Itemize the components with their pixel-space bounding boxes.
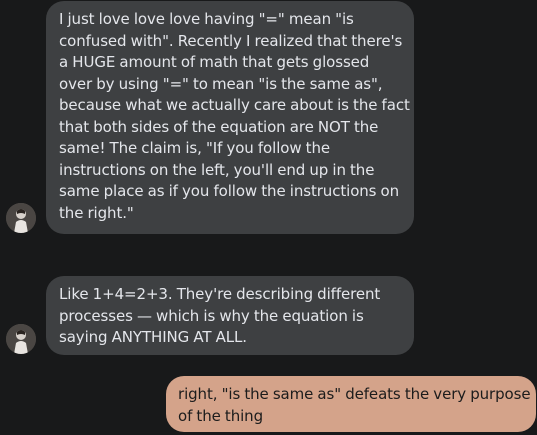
message-text-line: that both sides of the equation are NOT …	[59, 117, 379, 136]
sender-avatar[interactable]	[6, 203, 36, 233]
message-text-line: Like 1+4=2+3. They're describing differe…	[59, 285, 381, 303]
message-text-line: instructions on the left, you'll end up …	[59, 160, 375, 179]
incoming-message-bubble[interactable]: I just love love love having "=" mean "i…	[46, 1, 414, 234]
outgoing-message-bubble[interactable]: right, "is the same as" defeats the very…	[166, 376, 536, 432]
message-text-line: a HUGE amount of math that gets glossed	[59, 53, 370, 71]
message-text-line: right, "is the same as" defeats the very…	[178, 385, 531, 403]
chat-thread: I just love love love having "=" mean "i…	[0, 0, 537, 435]
message-text-line: confused with". Recently I realized that…	[59, 31, 403, 50]
incoming-message-bubble[interactable]: Like 1+4=2+3. They're describing differe…	[46, 276, 414, 355]
profile-photo-icon	[6, 203, 36, 233]
message-text-line: over by using "=" to mean "is the same a…	[59, 74, 383, 93]
message-text-line: saying ANYTHING AT ALL.	[59, 328, 247, 346]
message-text-line: the right."	[59, 203, 134, 222]
message-text-line: processes — which is why the equation is	[59, 306, 364, 325]
message-text-line: same! The claim is, "If you follow the	[59, 139, 330, 157]
message-text-line: same place as if you follow the instruct…	[59, 182, 400, 200]
message-text-line: of the thing	[178, 406, 263, 425]
message-text-line: because what we actually care about is t…	[59, 96, 410, 114]
profile-photo-icon	[6, 324, 36, 354]
message-text-line: I just love love love having "=" mean "i…	[59, 10, 354, 28]
sender-avatar[interactable]	[6, 324, 36, 354]
